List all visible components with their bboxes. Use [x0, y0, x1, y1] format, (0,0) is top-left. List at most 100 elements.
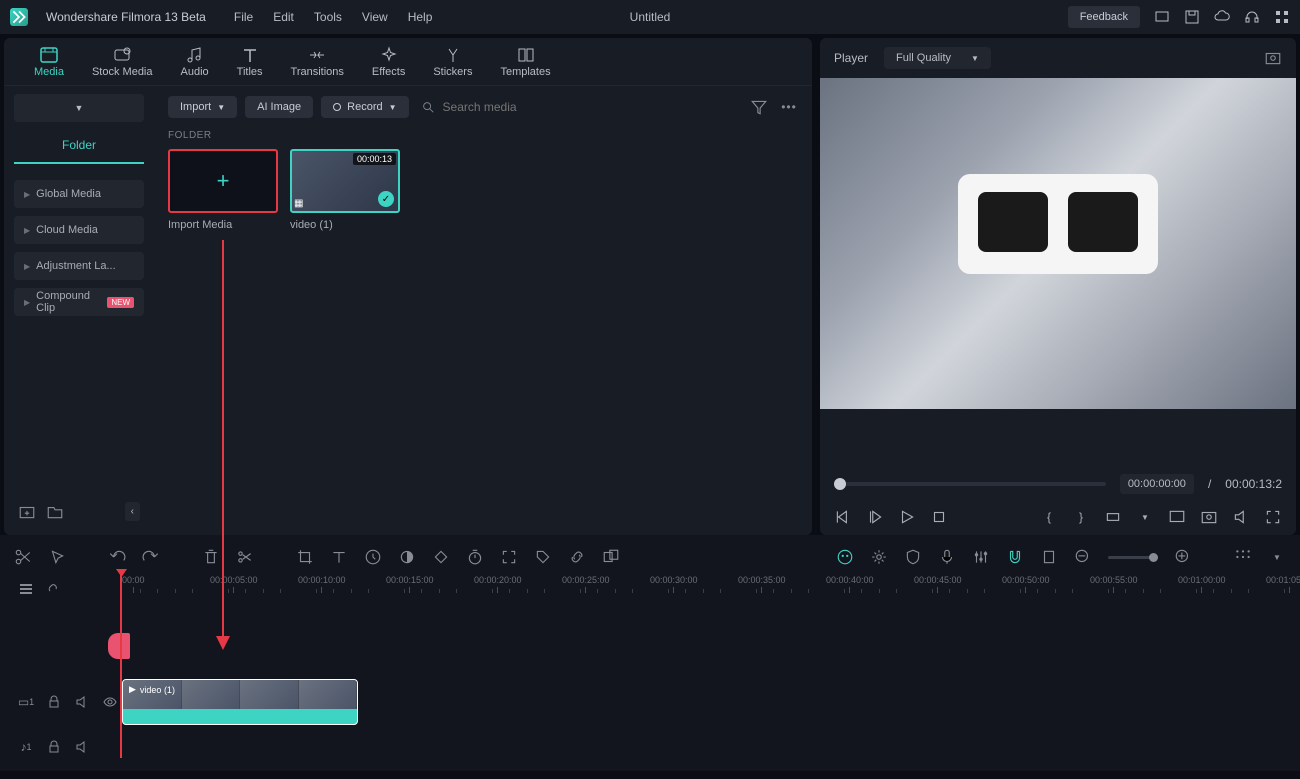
collapse-sidebar-icon[interactable]: ‹ [125, 502, 140, 521]
zoom-out-icon[interactable] [1074, 548, 1092, 566]
snapshot-icon[interactable] [1264, 49, 1282, 67]
import-media-box[interactable]: + [168, 149, 278, 213]
headphones-icon[interactable] [1244, 9, 1260, 25]
folder-icon[interactable] [46, 503, 64, 521]
sidebar-item-global-media[interactable]: ▶ Global Media [14, 180, 144, 208]
sidebar-dropdown[interactable]: ▼ [14, 94, 144, 122]
record-button[interactable]: Record ▼ [321, 96, 408, 118]
audio-track-icon[interactable]: ♪1 [18, 739, 34, 755]
redo-icon[interactable] [142, 548, 160, 566]
display-icon[interactable] [1154, 9, 1170, 25]
timeline-ruler[interactable]: 00:0000:00:05:0000:00:10:0000:00:15:0000… [122, 575, 1286, 603]
marker-icon[interactable] [1040, 548, 1058, 566]
expand-icon[interactable] [500, 548, 518, 566]
more-icon[interactable]: ••• [780, 98, 798, 116]
lock-track-icon[interactable] [46, 739, 62, 755]
camera-icon[interactable] [1200, 508, 1218, 526]
visibility-icon[interactable] [102, 694, 118, 710]
color-icon[interactable] [398, 548, 416, 566]
display-mode-icon[interactable] [1168, 508, 1186, 526]
mic-icon[interactable] [938, 548, 956, 566]
prev-frame-icon[interactable] [834, 508, 852, 526]
split-icon[interactable] [236, 548, 254, 566]
stop-icon[interactable] [930, 508, 948, 526]
undo-icon[interactable] [108, 548, 126, 566]
tab-titles[interactable]: Titles [237, 46, 263, 78]
video-thumbnail-card[interactable]: 00:00:13 ▦ ✓ video (1) [290, 149, 400, 231]
seek-track[interactable] [834, 482, 1106, 486]
menu-file[interactable]: File [234, 10, 253, 24]
tab-transitions[interactable]: Transitions [291, 46, 344, 78]
folder-tab[interactable]: Folder [14, 130, 144, 164]
chevron-down-icon[interactable]: ▼ [1136, 508, 1154, 526]
tab-effects[interactable]: Effects [372, 46, 405, 78]
volume-icon[interactable] [1232, 508, 1250, 526]
cloud-icon[interactable] [1214, 9, 1230, 25]
menu-help[interactable]: Help [408, 10, 433, 24]
sidebar-item-adjustment-layer[interactable]: ▶ Adjustment La... [14, 252, 144, 280]
pointer-icon[interactable] [48, 548, 66, 566]
shield-icon[interactable] [904, 548, 922, 566]
video-thumbnail[interactable]: 00:00:13 ▦ ✓ [290, 149, 400, 213]
timeline-menu-icon[interactable] [18, 581, 34, 597]
sidebar-item-label: Cloud Media [36, 224, 98, 236]
timer-icon[interactable] [466, 548, 484, 566]
apps-icon[interactable] [1274, 9, 1290, 25]
mute-track-icon[interactable] [74, 694, 90, 710]
mark-out-icon[interactable]: } [1072, 508, 1090, 526]
feedback-button[interactable]: Feedback [1068, 6, 1140, 28]
group-icon[interactable] [602, 548, 620, 566]
keyframe-icon[interactable] [432, 548, 450, 566]
step-back-icon[interactable] [866, 508, 884, 526]
tab-stickers[interactable]: Stickers [433, 46, 472, 78]
search-input[interactable] [443, 100, 643, 114]
menu-tools[interactable]: Tools [314, 10, 342, 24]
ratio-icon[interactable] [1104, 508, 1122, 526]
fullscreen-icon[interactable] [1264, 508, 1282, 526]
player-label: Player [834, 51, 868, 65]
menu-edit[interactable]: Edit [273, 10, 294, 24]
tab-audio[interactable]: Audio [181, 46, 209, 78]
gear-icon[interactable] [870, 548, 888, 566]
scissors-icon[interactable] [14, 548, 32, 566]
zoom-slider[interactable] [1108, 556, 1158, 559]
zoom-in-icon[interactable] [1174, 548, 1192, 566]
ai-icon[interactable] [836, 548, 854, 566]
seek-thumb[interactable] [834, 478, 846, 490]
menu-view[interactable]: View [362, 10, 388, 24]
view-options-icon[interactable] [1234, 548, 1252, 566]
filter-icon[interactable] [750, 98, 768, 116]
delete-icon[interactable] [202, 548, 220, 566]
import-button[interactable]: Import ▼ [168, 96, 237, 118]
tab-media[interactable]: Media [34, 46, 64, 78]
mixer-icon[interactable] [972, 548, 990, 566]
video-preview[interactable] [820, 78, 1296, 409]
timeline-playhead[interactable] [120, 573, 122, 758]
save-icon[interactable] [1184, 9, 1200, 25]
crop-icon[interactable] [296, 548, 314, 566]
magnet-icon[interactable] [1006, 548, 1024, 566]
sidebar-item-cloud-media[interactable]: ▶ Cloud Media [14, 216, 144, 244]
link-icon[interactable] [568, 548, 586, 566]
ai-image-button[interactable]: AI Image [245, 96, 313, 118]
timeline-clip[interactable]: ▶ video (1) [122, 679, 358, 725]
import-media-card[interactable]: + Import Media [168, 149, 278, 231]
play-icon[interactable] [898, 508, 916, 526]
quality-dropdown[interactable]: Full Quality ▼ [884, 47, 991, 69]
tag-icon[interactable] [534, 548, 552, 566]
tab-stock-media[interactable]: Stock Media [92, 46, 153, 78]
new-folder-icon[interactable] [18, 503, 36, 521]
link-track-icon[interactable] [44, 581, 60, 597]
lock-track-icon[interactable] [46, 694, 62, 710]
chevron-down-icon[interactable]: ▼ [1268, 548, 1286, 566]
mark-in-icon[interactable]: { [1040, 508, 1058, 526]
video-track-icon[interactable]: ▭1 [18, 694, 34, 710]
sidebar-item-compound-clip[interactable]: ▶ Compound Clip NEW [14, 288, 144, 316]
timeline-marker[interactable] [108, 633, 130, 659]
mute-track-icon[interactable] [74, 739, 90, 755]
media-thumbnails: + Import Media 00:00:13 ▦ ✓ video (1) [168, 149, 798, 231]
tab-templates[interactable]: Templates [500, 46, 550, 78]
text-tool-icon[interactable] [330, 548, 348, 566]
speed-icon[interactable] [364, 548, 382, 566]
zoom-thumb[interactable] [1149, 553, 1158, 562]
